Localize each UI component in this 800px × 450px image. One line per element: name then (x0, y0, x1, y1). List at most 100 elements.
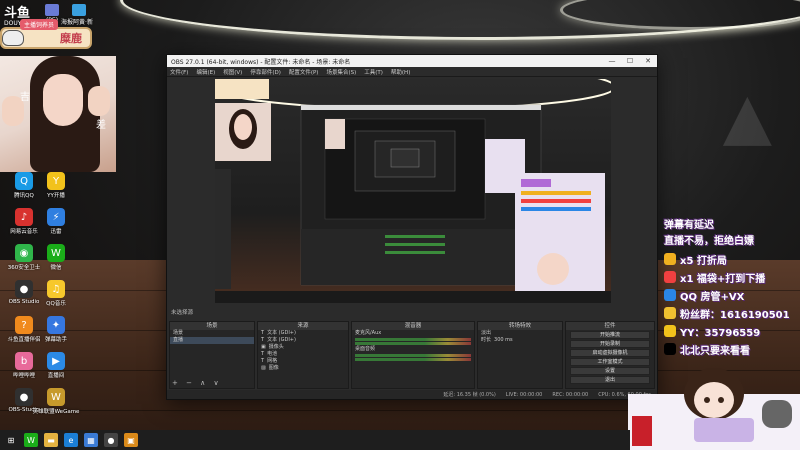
menu-tools[interactable]: 工具(T) (364, 68, 383, 76)
desktop-app-icon: W (47, 388, 65, 406)
overlay-line-1: 弹幕有延迟 (664, 220, 714, 231)
menu-edit[interactable]: 编辑(E) (196, 68, 215, 76)
obs-preview[interactable] (215, 79, 611, 303)
desktop-icon[interactable]: W 微信 (36, 244, 76, 271)
preview-recursion (215, 79, 611, 303)
audio-meter (355, 338, 471, 341)
start-streaming-button[interactable]: 开始推流 (570, 331, 650, 339)
overlay-item-icon (664, 253, 676, 265)
overlay-item-text: x5 打折局 (680, 256, 727, 267)
desktop-app-icon: ● (15, 280, 33, 298)
mixer-channel-label: 桌面音频 (355, 346, 376, 352)
folder-icon[interactable]: ▬ (44, 433, 58, 447)
menu-file[interactable]: 文件(F) (170, 68, 188, 76)
obs-window[interactable]: OBS 27.0.1 (64-bit, windows) - 配置文件: 未命名… (166, 54, 658, 400)
desktop-icon-label: 弹幕助手 (44, 337, 67, 343)
cat-mascot-icon (2, 30, 24, 46)
desktop-icon-label: 英雄联盟WeGame (32, 409, 80, 415)
desktop-icon[interactable]: ✦ 弹幕助手 (36, 316, 76, 343)
desktop-app-icon: ▶ (47, 352, 65, 370)
text-source-icon: T (261, 351, 265, 357)
audio-meter (355, 342, 471, 345)
image-source-icon: ▨ (261, 365, 266, 371)
desktop-icon-label: OBS Studio (8, 299, 40, 305)
pe-icon[interactable] (45, 4, 59, 16)
mixer-dock: 混音器 麦克风/Aux 桌面音频 (351, 321, 475, 389)
maximize-button[interactable]: ☐ (621, 55, 639, 67)
menu-docks[interactable]: 停靠部件(D) (250, 68, 281, 76)
source-item[interactable]: T 文本 (GDI+) (258, 330, 348, 337)
virtual-camera-button[interactable]: 启动虚拟摄像机 (570, 349, 650, 357)
mixer-header: 混音器 (352, 322, 474, 330)
streamer-name: 糜鹿 (60, 32, 82, 45)
edge-icon[interactable]: e (64, 433, 78, 447)
text-source-icon: T (261, 337, 265, 343)
close-button[interactable]: ✕ (639, 55, 657, 67)
overlay-item-text: YY：35796559 (680, 328, 761, 339)
source-item[interactable]: T 网格 (258, 358, 348, 365)
menu-help[interactable]: 帮助(H) (391, 68, 410, 76)
scenes-dock: 场景 场景 直播 + − ∧ ∨ (169, 321, 255, 389)
menu-scene-collection[interactable]: 场景集合(S) (326, 68, 356, 76)
desktop-app-icon: W (47, 244, 65, 262)
source-item[interactable]: ▣ 摄像头 (258, 344, 348, 351)
poster-icon[interactable] (72, 4, 86, 16)
desktop-app-icon: ♪ (15, 208, 33, 226)
obs-status-bar: 延迟: 16.35 帧 (0.0%) LIVE: 00:00:00 REC: 0… (167, 390, 657, 399)
text-source-icon: T (261, 358, 265, 364)
windows-icon[interactable]: ⊞ (4, 433, 18, 447)
desktop-icon-label: 哔哩哔哩 (12, 373, 35, 379)
obs-menubar: 文件(F) 编辑(E) 视图(V) 停靠部件(D) 配置文件(P) 场景集合(S… (167, 67, 657, 77)
overlay-item-text: QQ 房管+VX (680, 292, 745, 303)
scenes-header: 场景 (170, 322, 254, 330)
desktop-icon-label: 直播间 (47, 373, 65, 379)
desktop-app-icon: ♫ (47, 280, 65, 298)
app-icon[interactable]: ▣ (124, 433, 138, 447)
audio-meter (355, 358, 471, 361)
store-icon[interactable]: ▦ (84, 433, 98, 447)
minimize-button[interactable]: — (603, 55, 621, 67)
overlay-item-icon (664, 343, 676, 355)
overlay-item-text: x1 福袋+打到下播 (680, 274, 766, 285)
obs-title: OBS 27.0.1 (64-bit, windows) - 配置文件: 未命名… (171, 58, 351, 66)
start-recording-button[interactable]: 开始录制 (570, 340, 650, 348)
desktop-app-icon: ◉ (15, 244, 33, 262)
camera-source-icon: ▣ (261, 344, 266, 350)
audio-meter (355, 354, 471, 357)
desktop-icon[interactable]: Y YY开播 (36, 172, 76, 199)
transitions-dock: 转场特效 淡出 时长 300 ms (477, 321, 563, 389)
desktop-icon[interactable]: ▶ 直播间 (36, 352, 76, 379)
desktop-icon[interactable]: ♫ QQ音乐 (36, 280, 76, 307)
dropped-frames: 延迟: 16.35 帧 (0.0%) (443, 392, 496, 398)
wall-decor: ▲ (722, 80, 780, 154)
menu-view[interactable]: 视图(V) (223, 68, 242, 76)
wechat-icon[interactable]: W (24, 433, 38, 447)
overlay-item-icon (664, 271, 676, 283)
desktop-icon[interactable]: ⚡ 迅雷 (36, 208, 76, 235)
text-source-icon: T (261, 330, 265, 336)
chibi-mascot (628, 368, 800, 450)
no-source-label: 未选择源 (171, 310, 194, 316)
name-tag-caption: 主播饲养员 (20, 19, 59, 30)
scene-item[interactable]: 场景 (170, 330, 254, 337)
source-item[interactable]: ▨ 图像 (258, 365, 348, 372)
obs-titlebar[interactable]: OBS 27.0.1 (64-bit, windows) - 配置文件: 未命名… (167, 55, 657, 67)
transition-duration[interactable]: 时长 300 ms (478, 337, 562, 344)
scenes-dock-buttons[interactable]: + − ∧ ∨ (172, 379, 222, 387)
obs-icon[interactable]: ● (104, 433, 118, 447)
menu-profile[interactable]: 配置文件(P) (289, 68, 319, 76)
desktop-app-icon: ● (15, 388, 33, 406)
scene-item[interactable]: 直播 (170, 337, 254, 344)
desktop-icon-label: QQ音乐 (46, 301, 66, 307)
source-status-row: 未选择源 (167, 307, 657, 317)
source-item[interactable]: T 文本 (GDI+) (258, 337, 348, 344)
transition-select[interactable]: 淡出 (478, 330, 562, 337)
webcam-text-left: 吉 (20, 92, 30, 103)
sources-dock: 来源 T 文本 (GDI+) T 文本 (GDI+) ▣ 摄像头 T 电池 T 网格 ▨ 图… (257, 321, 349, 389)
source-item[interactable]: T 电池 (258, 351, 348, 358)
desktop-app-icon: ⚡ (47, 208, 65, 226)
mixer-channel-label: 麦克风/Aux (355, 330, 382, 336)
desktop-icon[interactable]: W 英雄联盟WeGame (33, 388, 79, 415)
sources-header: 来源 (258, 322, 348, 330)
overlay-item-text: 粉丝群：1616190501 (680, 310, 790, 321)
